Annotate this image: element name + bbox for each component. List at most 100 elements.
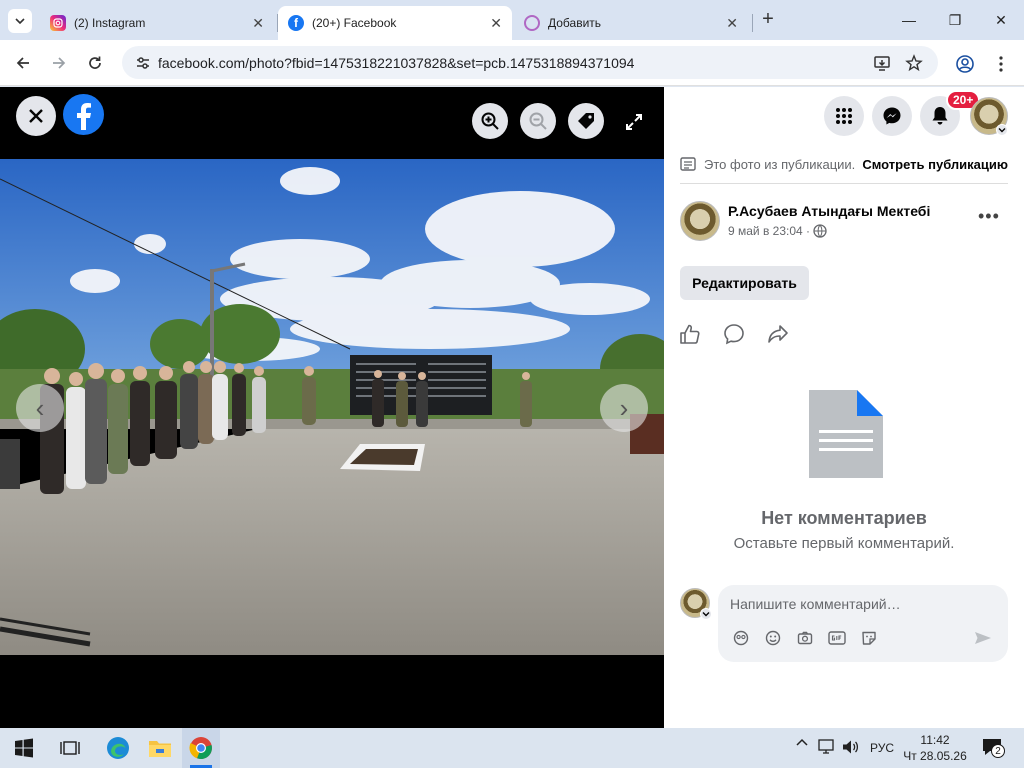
- chevron-down-icon: [702, 612, 710, 617]
- kebab-menu-icon: [999, 56, 1003, 72]
- speaker-icon: [843, 740, 859, 754]
- menu-button[interactable]: [990, 53, 1012, 75]
- commenter-chevron[interactable]: [700, 608, 712, 620]
- url-text[interactable]: facebook.com/photo?fbid=1475318221037828…: [158, 55, 634, 71]
- post-photo[interactable]: [0, 159, 664, 655]
- next-photo-button[interactable]: ›: [600, 384, 648, 432]
- like-button[interactable]: [678, 322, 702, 346]
- minimize-button[interactable]: —: [886, 0, 932, 40]
- forward-button[interactable]: [46, 50, 72, 76]
- tag-icon: [578, 113, 594, 129]
- memorial-photo-image: [0, 159, 664, 655]
- globe-icon: [813, 224, 827, 238]
- post-options-button[interactable]: •••: [978, 206, 1000, 227]
- notification-center-button[interactable]: 2: [982, 738, 1005, 763]
- close-window-button[interactable]: ✕: [978, 0, 1024, 40]
- chrome-icon: [189, 737, 212, 760]
- file-explorer-app[interactable]: [146, 734, 174, 762]
- comment-button[interactable]: [722, 322, 746, 346]
- facebook-icon: f: [288, 15, 304, 31]
- edge-app[interactable]: [104, 734, 132, 762]
- reload-button[interactable]: [82, 50, 108, 76]
- view-post-link[interactable]: Смотреть публикацию: [862, 157, 1008, 172]
- address-bar[interactable]: facebook.com/photo?fbid=1475318221037828…: [122, 46, 938, 79]
- author-name[interactable]: Р.Асубаев Атындағы Мектебі: [728, 203, 930, 219]
- back-button[interactable]: [10, 50, 36, 76]
- arrow-right-icon: [53, 57, 66, 69]
- tab-title: (2) Instagram: [74, 16, 146, 30]
- close-icon: [29, 109, 43, 123]
- tab-add[interactable]: Добавить ✕: [514, 6, 748, 40]
- show-hidden-icons[interactable]: [796, 737, 808, 752]
- facebook-logo[interactable]: [63, 94, 104, 135]
- no-comments-subtitle: Оставьте первый комментарий.: [733, 535, 955, 552]
- zoom-out-icon: [529, 112, 547, 130]
- chevron-down-icon: [998, 128, 1006, 133]
- tab-instagram[interactable]: (2) Instagram ✕: [40, 6, 274, 40]
- language-indicator[interactable]: РУС: [870, 741, 894, 755]
- no-comments-illustration: [809, 390, 883, 483]
- tab-search-button[interactable]: [8, 9, 32, 33]
- messenger-icon: [883, 107, 901, 125]
- thumbs-up-icon: [680, 324, 700, 344]
- bookmark-star-icon[interactable]: [904, 53, 924, 73]
- tab-strip: (2) Instagram ✕ f (20+) Facebook ✕ Добав…: [0, 0, 1024, 40]
- profile-icon: [956, 55, 974, 73]
- clock-date: Чт 28.05.26: [903, 749, 967, 763]
- tab-divider: [752, 14, 753, 32]
- share-icon: [768, 325, 788, 343]
- system-clock[interactable]: 11:42 Чт 28.05.26: [900, 732, 970, 764]
- no-comments-title: Нет комментариев: [761, 508, 927, 528]
- comment-icon: [724, 324, 744, 345]
- close-icon[interactable]: ✕: [252, 15, 264, 32]
- zoom-in-button[interactable]: [472, 103, 508, 139]
- emoji-icon[interactable]: [764, 629, 782, 647]
- browser-toolbar: facebook.com/photo?fbid=1475318221037828…: [0, 40, 1024, 86]
- share-button[interactable]: [766, 322, 790, 346]
- edit-post-button[interactable]: Редактировать: [680, 266, 809, 300]
- site-settings-icon[interactable]: [134, 54, 152, 72]
- windows-logo-icon: [15, 738, 33, 758]
- menu-grid-button[interactable]: [824, 96, 864, 136]
- sticker-icon[interactable]: [860, 629, 878, 647]
- avatar-sticker-icon[interactable]: [732, 629, 750, 647]
- post-notice: Это фото из публикации. Смотреть публика…: [680, 156, 1008, 184]
- previous-photo-button[interactable]: ‹: [16, 384, 64, 432]
- close-viewer-button[interactable]: [16, 96, 56, 136]
- comment-composer[interactable]: Напишите комментарий…: [718, 585, 1008, 662]
- network-icon: [818, 739, 834, 754]
- reload-icon: [89, 56, 101, 69]
- grid-menu-icon: [836, 108, 852, 124]
- post-date-text[interactable]: 9 май в 23:04 ·: [728, 224, 810, 238]
- photo-viewer: [0, 87, 664, 728]
- tag-photo-button[interactable]: [568, 103, 604, 139]
- messenger-button[interactable]: [872, 96, 912, 136]
- network-status[interactable]: [818, 739, 836, 758]
- start-button[interactable]: [10, 734, 38, 762]
- send-icon[interactable]: [974, 629, 992, 647]
- notice-text: Это фото из публикации.: [704, 157, 856, 172]
- page-icon: [524, 15, 540, 31]
- comment-input[interactable]: Напишите комментарий…: [730, 596, 901, 612]
- folder-icon: [149, 741, 171, 757]
- new-tab-button[interactable]: +: [756, 8, 780, 31]
- edge-icon: [107, 737, 129, 759]
- close-icon[interactable]: ✕: [726, 15, 738, 32]
- clock-time: 11:42: [920, 733, 950, 747]
- account-menu-chevron[interactable]: [996, 124, 1008, 136]
- author-avatar[interactable]: [680, 201, 720, 241]
- close-icon[interactable]: ✕: [490, 15, 502, 32]
- install-app-icon[interactable]: [872, 53, 892, 73]
- chevron-up-icon: [796, 738, 808, 746]
- gif-icon[interactable]: [828, 629, 846, 647]
- maximize-button[interactable]: ❐: [932, 0, 978, 40]
- arrow-left-icon: [16, 57, 29, 69]
- fullscreen-button[interactable]: [622, 110, 646, 134]
- tab-facebook[interactable]: f (20+) Facebook ✕: [278, 6, 512, 40]
- profile-button[interactable]: [954, 53, 976, 75]
- volume-control[interactable]: [842, 739, 860, 758]
- chrome-app-active[interactable]: [182, 728, 220, 768]
- camera-icon[interactable]: [796, 629, 814, 647]
- task-view-button[interactable]: [56, 734, 84, 762]
- zoom-out-button[interactable]: [520, 103, 556, 139]
